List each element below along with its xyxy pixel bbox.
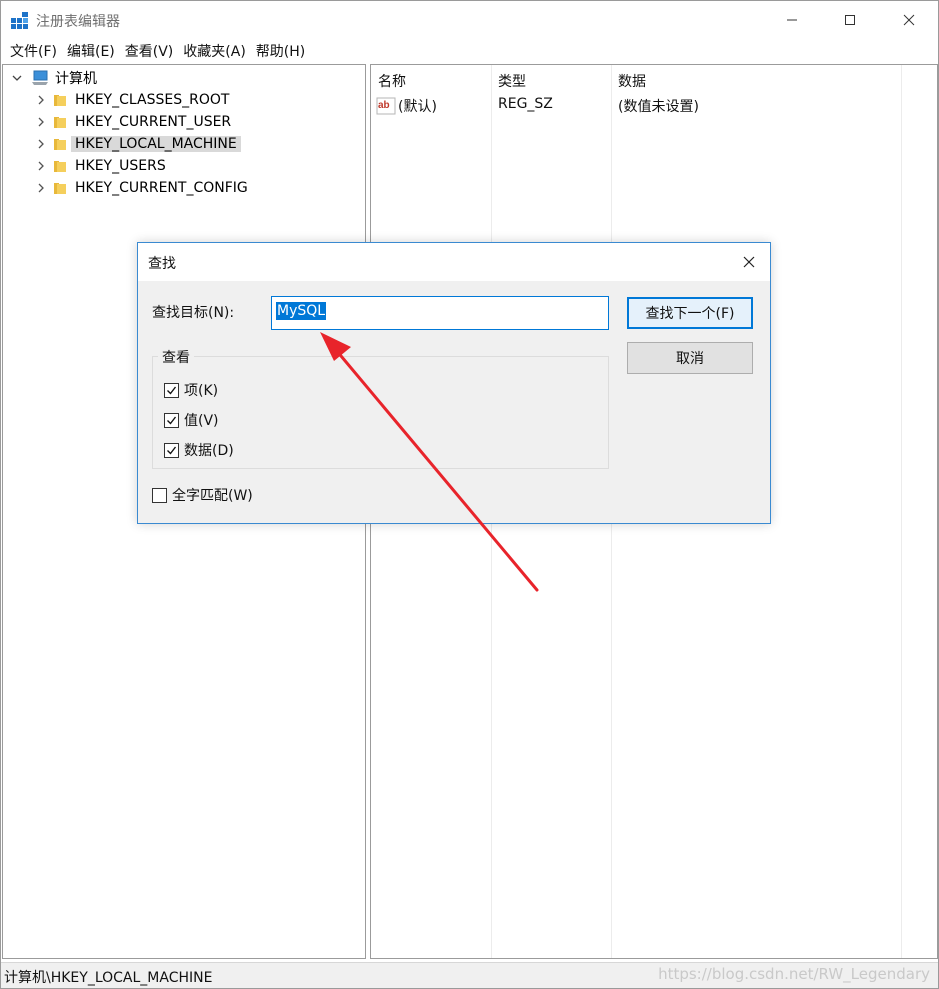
tree-item-label: HKEY_USERS (75, 158, 166, 174)
minimize-button[interactable] (763, 1, 821, 39)
option-whole-word[interactable]: 全字匹配(W) (152, 485, 253, 505)
values-checkbox-label: 值(V) (184, 413, 219, 429)
chevron-right-icon[interactable] (35, 138, 47, 150)
string-value-icon: ab (376, 97, 396, 115)
menu-edit[interactable]: 编辑(E) (62, 41, 120, 61)
find-target-input[interactable]: MySQL (271, 296, 609, 330)
maximize-icon (845, 15, 855, 25)
tree-item-hkey-local-machine[interactable]: HKEY_LOCAL_MACHINE (35, 133, 241, 155)
data-checkbox[interactable] (164, 442, 179, 458)
values-checkbox[interactable] (164, 412, 179, 428)
tree-root-label: 计算机 (55, 71, 97, 87)
close-button[interactable] (880, 1, 938, 39)
whole-word-checkbox-label: 全字匹配(W) (172, 488, 253, 504)
folder-icon (54, 95, 66, 106)
tree-root-computer[interactable]: 计算机 (11, 67, 101, 89)
chevron-right-icon[interactable] (35, 160, 47, 172)
cancel-button[interactable]: 取消 (627, 342, 753, 374)
menu-help[interactable]: 帮助(H) (251, 41, 310, 61)
option-data[interactable]: 数据(D) (164, 440, 234, 460)
tree-item-label: HKEY_CURRENT_CONFIG (75, 180, 248, 196)
column-header-data[interactable]: 数据 (618, 71, 646, 91)
window-title: 注册表编辑器 (36, 14, 120, 30)
option-keys[interactable]: 项(K) (164, 380, 218, 400)
whole-word-checkbox[interactable] (152, 487, 167, 503)
find-next-button[interactable]: 查找下一个(F) (627, 297, 753, 329)
tree-item-hkey-current-config[interactable]: HKEY_CURRENT_CONFIG (35, 177, 252, 199)
folder-icon (54, 117, 66, 128)
column-divider[interactable] (901, 65, 902, 958)
folder-icon (54, 139, 66, 150)
minimize-icon (787, 19, 797, 21)
folder-icon (54, 183, 66, 194)
option-values[interactable]: 值(V) (164, 410, 219, 430)
tree-item-hkey-current-user[interactable]: HKEY_CURRENT_USER (35, 111, 235, 133)
tree-item-hkey-classes-root[interactable]: HKEY_CLASSES_ROOT (35, 89, 233, 111)
status-bar: 计算机\HKEY_LOCAL_MACHINE https://blog.csdn… (1, 962, 938, 988)
checkmark-icon (167, 386, 177, 395)
menu-file[interactable]: 文件(F) (5, 41, 62, 61)
chevron-right-icon[interactable] (35, 94, 47, 106)
chevron-right-icon[interactable] (35, 116, 47, 128)
watermark-text: https://blog.csdn.net/RW_Legendary (658, 965, 930, 983)
chevron-down-icon[interactable] (11, 72, 23, 84)
value-data: (数值未设置) (618, 99, 699, 115)
find-dialog-title: 查找 (148, 256, 176, 272)
svg-text:ab: ab (378, 100, 390, 111)
tree-item-label-selected: HKEY_LOCAL_MACHINE (71, 136, 241, 152)
look-at-group-label: 查看 (158, 347, 194, 367)
menu-bar: 文件(F) 编辑(E) 查看(V) 收藏夹(A) 帮助(H) (1, 39, 938, 63)
maximize-button[interactable] (821, 1, 879, 39)
registry-editor-icon (11, 12, 28, 29)
value-name: (默认) (398, 99, 437, 115)
tree-item-hkey-users[interactable]: HKEY_USERS (35, 155, 170, 177)
find-dialog-title-bar: 查找 (138, 243, 770, 281)
folder-icon (54, 161, 66, 172)
tree-item-label: HKEY_CLASSES_ROOT (75, 92, 230, 108)
value-type: REG_SZ (498, 96, 553, 112)
find-dialog-close-button[interactable] (734, 248, 764, 276)
value-row-default[interactable]: ab (默认) (376, 96, 437, 116)
keys-checkbox[interactable] (164, 382, 179, 398)
column-header-type[interactable]: 类型 (498, 71, 526, 91)
close-icon (743, 256, 755, 268)
title-bar: 注册表编辑器 (1, 1, 938, 39)
find-dialog: 查找 查找目标(N): MySQL 查找下一个(F) 取消 查看 项(K) 值(… (137, 242, 771, 524)
tree-item-label: HKEY_CURRENT_USER (75, 114, 232, 130)
menu-view[interactable]: 查看(V) (120, 41, 179, 61)
checkmark-icon (167, 446, 177, 455)
find-target-label: 查找目标(N): (152, 305, 235, 321)
status-path: 计算机\HKEY_LOCAL_MACHINE (4, 970, 213, 986)
data-checkbox-label: 数据(D) (184, 443, 234, 459)
column-header-name[interactable]: 名称 (378, 71, 406, 91)
menu-favorites[interactable]: 收藏夹(A) (178, 41, 251, 61)
computer-icon (32, 70, 48, 85)
keys-checkbox-label: 项(K) (184, 383, 219, 399)
chevron-right-icon[interactable] (35, 182, 47, 194)
close-icon (903, 14, 915, 26)
find-target-value: MySQL (276, 302, 327, 320)
checkmark-icon (167, 416, 177, 425)
